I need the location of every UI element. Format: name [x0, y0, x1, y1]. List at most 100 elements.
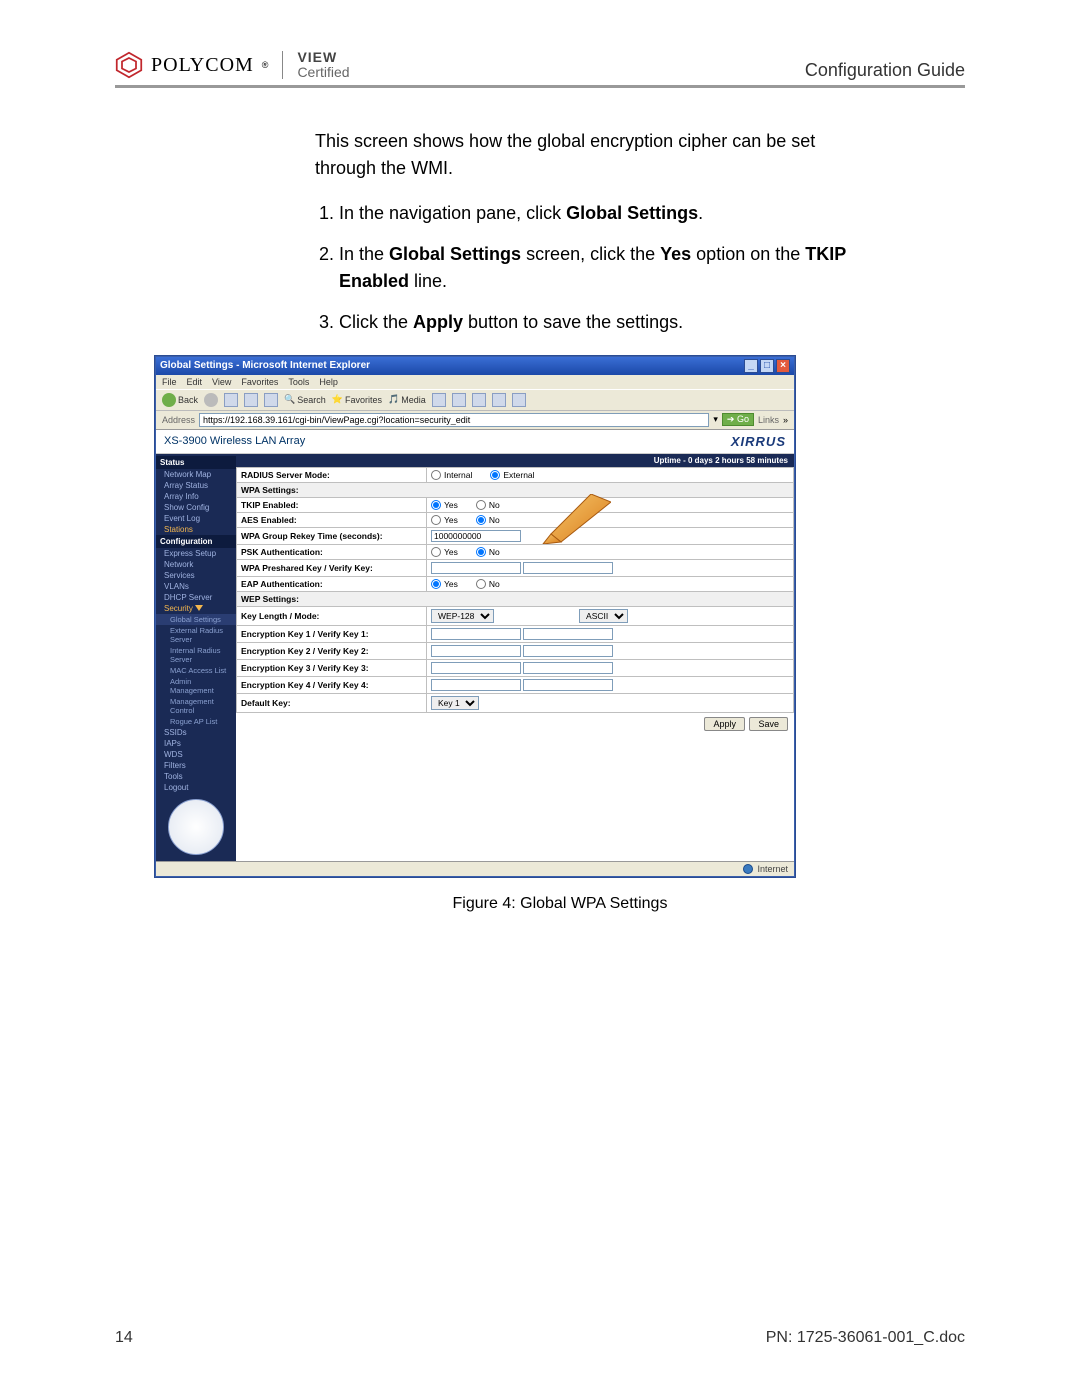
ek3-input[interactable]	[431, 662, 521, 674]
forward-icon[interactable]	[204, 393, 218, 407]
ie-menubar[interactable]: FileEditViewFavoritesToolsHelp	[156, 375, 794, 389]
ie-window: Global Settings - Microsoft Internet Exp…	[155, 356, 795, 877]
search-button[interactable]: 🔍Search	[284, 394, 326, 405]
ek3-verify-input[interactable]	[523, 662, 613, 674]
sidebar-item-express-setup[interactable]: Express Setup	[156, 548, 236, 559]
go-button[interactable]: ➔ Go	[722, 413, 754, 426]
row-wpa-header: WPA Settings:	[237, 482, 794, 497]
minimize-icon[interactable]: _	[744, 359, 758, 373]
apply-button[interactable]: Apply	[704, 717, 745, 731]
ek2-verify-input[interactable]	[523, 645, 613, 657]
edit-icon[interactable]	[492, 393, 506, 407]
sidebar-item-int-radius[interactable]: Internal Radius Server	[156, 645, 236, 665]
media-button[interactable]: 🎵Media	[388, 394, 426, 405]
keylen-select[interactable]: WEP-128	[431, 609, 494, 623]
row-preshared: WPA Preshared Key / Verify Key:	[237, 559, 427, 576]
sidebar-item-dhcp[interactable]: DHCP Server	[156, 592, 236, 603]
stop-icon[interactable]	[224, 393, 238, 407]
history-icon[interactable]	[432, 393, 446, 407]
save-button[interactable]: Save	[749, 717, 788, 731]
ek1-verify-input[interactable]	[523, 628, 613, 640]
sidebar-item-filters[interactable]: Filters	[156, 760, 236, 771]
config-panel: Uptime - 0 days 2 hours 58 minutes RADIU…	[236, 454, 794, 861]
figure-caption: Figure 4: Global WPA Settings	[155, 895, 965, 913]
status-text: Internet	[757, 864, 788, 874]
internet-zone-icon	[743, 864, 753, 874]
window-title: Global Settings - Microsoft Internet Exp…	[160, 360, 370, 371]
sidebar-item-vlans[interactable]: VLANs	[156, 581, 236, 592]
preshared-verify-input[interactable]	[523, 562, 613, 574]
back-icon	[162, 393, 176, 407]
sidebar-item-mac-access[interactable]: MAC Access List	[156, 665, 236, 676]
vendor-logo: XIRRUS	[731, 434, 786, 449]
intro-paragraph: This screen shows how the global encrypt…	[315, 128, 875, 182]
back-button[interactable]: Back	[162, 393, 198, 407]
row-ek4: Encryption Key 4 / Verify Key 4:	[237, 676, 427, 693]
sidebar-item-tools[interactable]: Tools	[156, 771, 236, 782]
sidebar-item-services[interactable]: Services	[156, 570, 236, 581]
address-label: Address	[162, 415, 195, 425]
radio-tkip-no[interactable]: No	[476, 500, 500, 510]
discuss-icon[interactable]	[512, 393, 526, 407]
sidebar-item-show-config[interactable]: Show Config	[156, 502, 236, 513]
maximize-icon[interactable]: □	[760, 359, 774, 373]
keymode-select[interactable]: ASCII	[579, 609, 628, 623]
uptime-bar: Uptime - 0 days 2 hours 58 minutes	[236, 454, 794, 467]
radio-aes-no[interactable]: No	[476, 515, 500, 525]
mail-icon[interactable]	[452, 393, 466, 407]
nav-sidebar: Status Network Map Array Status Array In…	[156, 454, 236, 861]
sidebar-item-event-log[interactable]: Event Log	[156, 513, 236, 524]
sidebar-item-logout[interactable]: Logout	[156, 782, 236, 793]
ek4-verify-input[interactable]	[523, 679, 613, 691]
refresh-icon[interactable]	[244, 393, 258, 407]
sidebar-item-array-info[interactable]: Array Info	[156, 491, 236, 502]
preshared-key-input[interactable]	[431, 562, 521, 574]
sidebar-item-admin-mgmt[interactable]: Admin Management	[156, 676, 236, 696]
home-icon[interactable]	[264, 393, 278, 407]
sidebar-item-mgmt-control[interactable]: Management Control	[156, 696, 236, 716]
polycom-logo-icon	[115, 51, 143, 79]
sidebar-item-network[interactable]: Network	[156, 559, 236, 570]
rekey-input[interactable]	[431, 530, 521, 542]
radio-tkip-yes[interactable]: Yes	[431, 500, 458, 510]
sidebar-item-ext-radius[interactable]: External Radius Server	[156, 625, 236, 645]
ie-status-bar: Internet	[156, 861, 794, 876]
row-eap: EAP Authentication:	[237, 576, 427, 591]
radio-eap-no[interactable]: No	[476, 579, 500, 589]
radio-internal[interactable]: Internal	[431, 470, 472, 480]
sidebar-item-ssids[interactable]: SSIDs	[156, 727, 236, 738]
row-ek2: Encryption Key 2 / Verify Key 2:	[237, 642, 427, 659]
radio-psk-no[interactable]: No	[476, 547, 500, 557]
doc-id: PN: 1725-36061-001_C.doc	[766, 1329, 965, 1347]
ek4-input[interactable]	[431, 679, 521, 691]
sidebar-item-security[interactable]: Security	[156, 603, 236, 614]
sidebar-item-iaps[interactable]: IAPs	[156, 738, 236, 749]
print-icon[interactable]	[472, 393, 486, 407]
radio-external[interactable]: External	[490, 470, 534, 480]
brand-block: POLYCOM ® VIEW Certified	[115, 50, 350, 81]
favorites-button[interactable]: ⭐Favorites	[332, 394, 382, 405]
sidebar-item-rogue-ap[interactable]: Rogue AP List	[156, 716, 236, 727]
radio-aes-yes[interactable]: Yes	[431, 515, 458, 525]
figure: Global Settings - Microsoft Internet Exp…	[155, 356, 965, 913]
sidebar-item-network-map[interactable]: Network Map	[156, 469, 236, 480]
radio-psk-yes[interactable]: Yes	[431, 547, 458, 557]
links-label[interactable]: Links	[758, 415, 779, 425]
row-wep-header: WEP Settings:	[237, 591, 794, 606]
row-tkip: TKIP Enabled:	[237, 497, 427, 512]
ek1-input[interactable]	[431, 628, 521, 640]
sidebar-item-wds[interactable]: WDS	[156, 749, 236, 760]
page-footer: 14 PN: 1725-36061-001_C.doc	[115, 1329, 965, 1347]
close-icon[interactable]: ×	[776, 359, 790, 373]
ek2-input[interactable]	[431, 645, 521, 657]
sidebar-item-stations[interactable]: Stations	[156, 524, 236, 535]
step-1: In the navigation pane, click Global Set…	[339, 200, 875, 227]
radio-eap-yes[interactable]: Yes	[431, 579, 458, 589]
defkey-select[interactable]: Key 1	[431, 696, 479, 710]
step-list: In the navigation pane, click Global Set…	[315, 200, 875, 336]
row-psk: PSK Authentication:	[237, 544, 427, 559]
address-input[interactable]	[199, 413, 709, 427]
sidebar-item-global-settings[interactable]: Global Settings	[156, 614, 236, 625]
ie-toolbar[interactable]: Back 🔍Search ⭐Favorites 🎵Media	[156, 389, 794, 411]
sidebar-item-array-status[interactable]: Array Status	[156, 480, 236, 491]
